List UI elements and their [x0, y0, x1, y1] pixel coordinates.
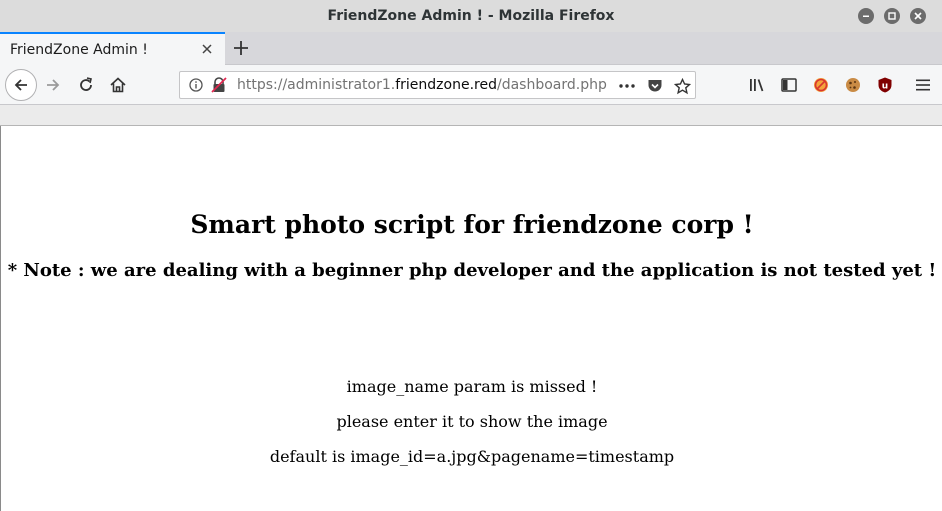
- blocked-extension-icon[interactable]: [811, 75, 831, 95]
- tab-friendzone-admin[interactable]: FriendZone Admin !: [0, 32, 225, 65]
- arrow-left-icon[interactable]: [5, 69, 37, 101]
- message-missing-param: image_name param is missed !: [346, 377, 598, 396]
- url-prefix: https://administrator1.: [237, 77, 396, 93]
- hamburger-menu-icon[interactable]: [913, 75, 933, 95]
- ublock-icon[interactable]: u: [875, 75, 895, 95]
- cookie-icon[interactable]: [843, 75, 863, 95]
- window-titlebar: FriendZone Admin ! - Mozilla Firefox: [0, 0, 942, 32]
- page-note: * Note : we are dealing with a beginner …: [7, 260, 937, 281]
- home-icon[interactable]: [108, 75, 128, 95]
- star-icon[interactable]: [673, 77, 691, 95]
- maximize-icon[interactable]: [884, 8, 900, 24]
- tab-close-icon[interactable]: [199, 41, 215, 57]
- plus-icon[interactable]: [231, 38, 251, 58]
- url-text[interactable]: https://administrator1.friendzone.red/da…: [237, 77, 607, 93]
- insecure-lock-icon[interactable]: [210, 76, 228, 94]
- page-content: Smart photo script for friendzone corp !…: [0, 126, 942, 511]
- message-enter-param: please enter it to show the image: [336, 412, 608, 431]
- page-heading: Smart photo script for friendzone corp !: [190, 210, 754, 239]
- more-icon[interactable]: [618, 77, 636, 95]
- tab-bar: FriendZone Admin !: [0, 32, 942, 65]
- window-controls: [858, 8, 926, 24]
- navigation-toolbar: https://administrator1.friendzone.red/da…: [0, 65, 942, 105]
- tab-label: FriendZone Admin !: [10, 41, 148, 58]
- reload-icon[interactable]: [76, 75, 96, 95]
- url-host: friendzone.red: [395, 77, 497, 93]
- minimize-icon[interactable]: [858, 8, 874, 24]
- svg-text:u: u: [882, 82, 888, 92]
- url-path: /dashboard.php: [496, 77, 607, 93]
- sidebar-icon[interactable]: [779, 75, 799, 95]
- close-icon[interactable]: [910, 8, 926, 24]
- library-icon[interactable]: [748, 75, 768, 95]
- arrow-right-icon[interactable]: [43, 75, 63, 95]
- url-bar[interactable]: https://administrator1.friendzone.red/da…: [179, 71, 696, 99]
- window-title: FriendZone Admin ! - Mozilla Firefox: [327, 8, 615, 24]
- pocket-icon[interactable]: [646, 77, 664, 95]
- message-default-param: default is image_id=a.jpg&pagename=times…: [269, 447, 675, 466]
- info-icon[interactable]: [188, 77, 204, 93]
- toolbar-separator: [0, 105, 942, 126]
